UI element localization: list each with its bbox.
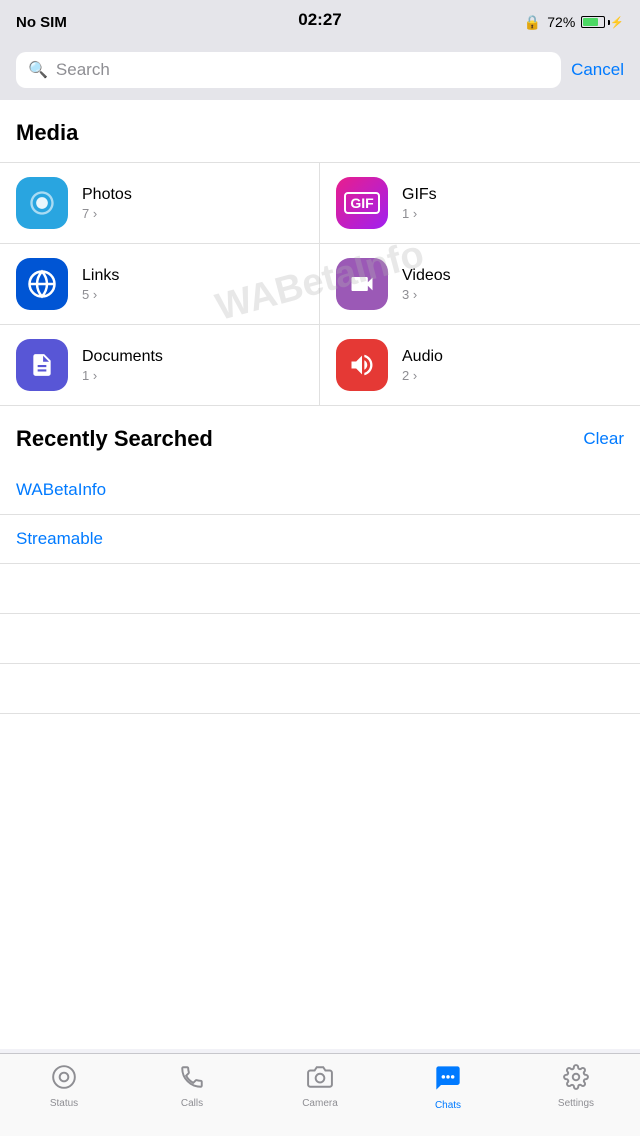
bolt-icon: ⚡ xyxy=(610,16,624,29)
status-bar: No SIM 02:27 🔒 72% ⚡ xyxy=(0,0,640,44)
media-item-videos[interactable]: Videos 3 xyxy=(320,244,640,325)
main-content: Media Photos 7 GIF xyxy=(0,100,640,1049)
documents-icon xyxy=(16,339,68,391)
search-input-wrapper[interactable]: 🔍 Search xyxy=(16,52,561,88)
tab-status-label: Status xyxy=(50,1098,78,1109)
search-result-text-wabetainfo: WABetaInfo xyxy=(16,480,106,499)
documents-count: 1 xyxy=(82,368,163,383)
battery-percent: 72% xyxy=(547,14,575,30)
search-result-empty-3 xyxy=(0,664,640,714)
settings-icon xyxy=(563,1064,589,1094)
audio-count: 2 xyxy=(402,368,443,383)
tab-status[interactable]: Status xyxy=(0,1064,128,1109)
media-item-gifs[interactable]: GIF GIFs 1 xyxy=(320,163,640,244)
documents-label: Documents xyxy=(82,348,163,366)
tab-settings[interactable]: Settings xyxy=(512,1064,640,1109)
media-section-title: Media xyxy=(0,100,640,162)
media-item-audio[interactable]: Audio 2 xyxy=(320,325,640,406)
clear-button[interactable]: Clear xyxy=(583,429,624,449)
search-result-streamable[interactable]: Streamable xyxy=(0,515,640,564)
videos-count: 3 xyxy=(402,287,451,302)
search-result-text-streamable: Streamable xyxy=(16,529,103,548)
tab-camera[interactable]: Camera xyxy=(256,1064,384,1109)
search-result-empty-2 xyxy=(0,614,640,664)
gifs-label: GIFs xyxy=(402,186,437,204)
battery-icon: ⚡ xyxy=(581,16,624,29)
media-section: Media Photos 7 GIF xyxy=(0,100,640,406)
links-count: 5 xyxy=(82,287,119,302)
search-result-empty-1 xyxy=(0,564,640,614)
media-grid: Photos 7 GIF GIFs 1 xyxy=(0,162,640,406)
recently-searched-title: Recently Searched xyxy=(16,426,213,452)
audio-icon xyxy=(336,339,388,391)
videos-label: Videos xyxy=(402,267,451,285)
documents-info: Documents 1 xyxy=(82,348,163,383)
camera-tab-icon xyxy=(307,1064,333,1094)
gifs-count: 1 xyxy=(402,206,437,221)
links-info: Links 5 xyxy=(82,267,119,302)
recently-searched-header: Recently Searched Clear xyxy=(0,406,640,466)
tab-settings-label: Settings xyxy=(558,1098,594,1109)
tab-camera-label: Camera xyxy=(302,1098,338,1109)
tab-calls-label: Calls xyxy=(181,1098,203,1109)
status-right: 🔒 72% ⚡ xyxy=(524,14,624,31)
videos-info: Videos 3 xyxy=(402,267,451,302)
tab-chats[interactable]: Chats xyxy=(384,1064,512,1111)
photos-label: Photos xyxy=(82,186,132,204)
lock-icon: 🔒 xyxy=(524,14,541,31)
search-placeholder: Search xyxy=(56,60,110,80)
audio-info: Audio 2 xyxy=(402,348,443,383)
media-item-photos[interactable]: Photos 7 xyxy=(0,163,320,244)
search-icon: 🔍 xyxy=(28,60,48,80)
carrier-label: No SIM xyxy=(16,14,67,31)
links-icon xyxy=(16,258,68,310)
search-result-wabetainfo[interactable]: WABetaInfo xyxy=(0,466,640,515)
videos-icon xyxy=(336,258,388,310)
tab-chats-label: Chats xyxy=(435,1100,461,1111)
search-bar-container: 🔍 Search Cancel xyxy=(0,44,640,100)
links-label: Links xyxy=(82,267,119,285)
time-label: 02:27 xyxy=(298,10,341,30)
gifs-info: GIFs 1 xyxy=(402,186,437,221)
chats-icon xyxy=(434,1064,462,1096)
photos-icon xyxy=(16,177,68,229)
audio-label: Audio xyxy=(402,348,443,366)
media-item-links[interactable]: Links 5 xyxy=(0,244,320,325)
media-item-documents[interactable]: Documents 1 xyxy=(0,325,320,406)
calls-icon xyxy=(179,1064,205,1094)
status-icon xyxy=(51,1064,77,1094)
tab-calls[interactable]: Calls xyxy=(128,1064,256,1109)
tab-bar: Status Calls Camera Chats xyxy=(0,1053,640,1136)
cancel-button[interactable]: Cancel xyxy=(571,60,624,80)
recently-searched-section: Recently Searched Clear WABetaInfo Strea… xyxy=(0,406,640,714)
photos-count: 7 xyxy=(82,206,132,221)
gifs-icon: GIF xyxy=(336,177,388,229)
photos-info: Photos 7 xyxy=(82,186,132,221)
